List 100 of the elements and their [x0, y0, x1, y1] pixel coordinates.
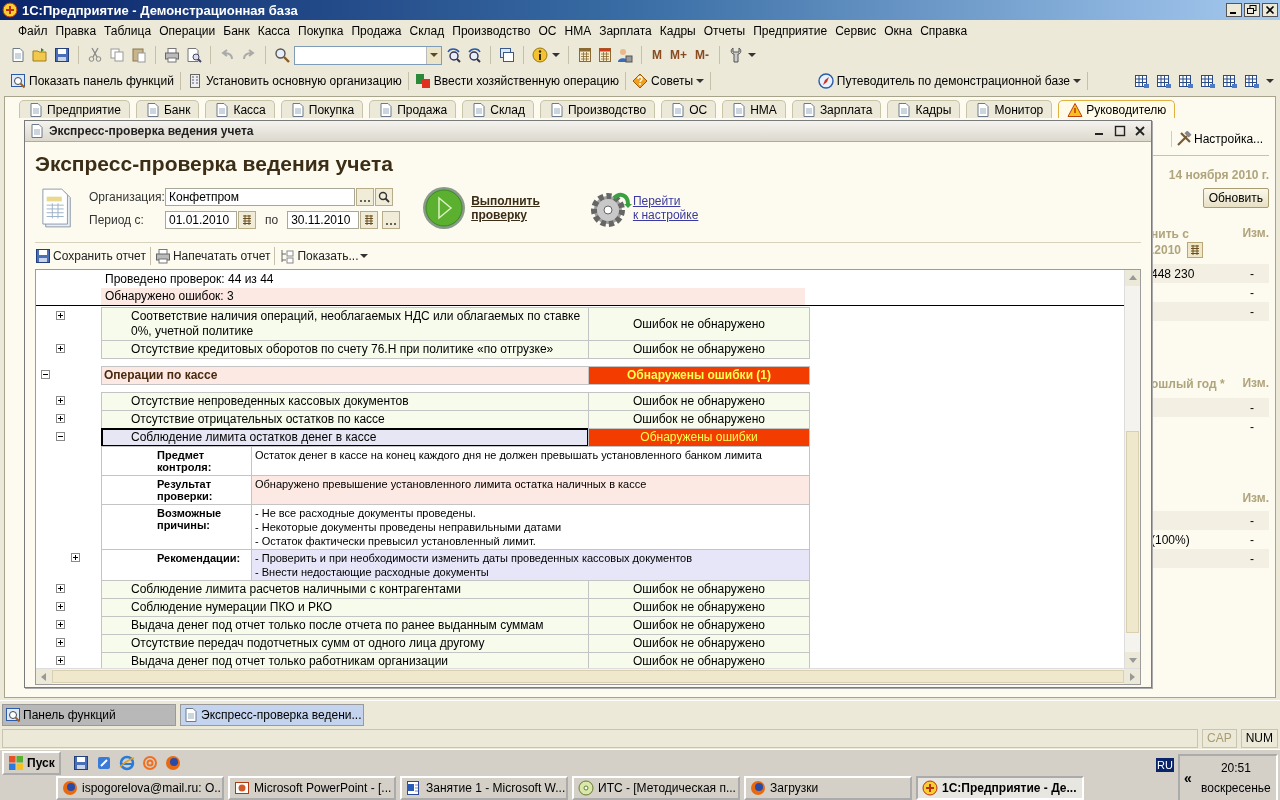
refresh-button[interactable]: Обновить — [1202, 188, 1269, 208]
save-icon[interactable] — [54, 47, 70, 63]
expand-toggle[interactable] — [56, 311, 65, 320]
caret-icon[interactable] — [430, 51, 438, 59]
printer-icon[interactable] — [164, 47, 180, 63]
play-button[interactable] — [422, 186, 467, 230]
section-tab[interactable]: Монитор — [966, 100, 1053, 118]
section-tab[interactable]: Покупка — [280, 100, 364, 118]
section-tab[interactable]: Руководителю — [1058, 100, 1176, 118]
table-icon[interactable] — [1178, 73, 1194, 89]
check-title[interactable]: Выдача денег под отчет только работникам организации — [101, 652, 589, 668]
menu-item[interactable]: Склад — [405, 24, 449, 38]
toolbar-button[interactable]: Показать... — [279, 248, 369, 264]
document-icon[interactable] — [10, 47, 26, 63]
date-field[interactable]: 30.11.2010 — [287, 210, 360, 229]
settings-button[interactable]: Настройка... — [1171, 131, 1269, 147]
windows-icon[interactable] — [499, 47, 515, 63]
close-button[interactable] — [1262, 3, 1278, 17]
restore-button[interactable] — [1244, 3, 1260, 17]
section-tab[interactable]: Производство — [539, 100, 656, 118]
calculator-icon[interactable] — [577, 47, 593, 63]
calendar-icon[interactable] — [597, 47, 613, 63]
menu-item[interactable]: Банк — [219, 24, 254, 38]
menu-item[interactable]: Правка — [51, 24, 101, 38]
taskbar-button[interactable]: 1С:Предприятие - Де... — [916, 775, 1084, 800]
maximize-button[interactable] — [1113, 124, 1127, 138]
memory-button[interactable]: M+ — [668, 48, 689, 62]
expand-toggle[interactable] — [56, 602, 65, 611]
expand-toggle[interactable] — [56, 656, 65, 665]
expand-toggle[interactable] — [56, 638, 65, 647]
search-field[interactable] — [294, 45, 442, 65]
caret-icon[interactable] — [1266, 77, 1274, 85]
settings-link[interactable]: Перейти к настройке — [632, 194, 699, 222]
toolbar-button[interactable]: Показать панель функций — [8, 71, 176, 91]
more-button[interactable] — [356, 187, 374, 206]
organization-field[interactable]: Конфетпром — [165, 187, 355, 206]
menu-item[interactable]: Справка — [916, 24, 972, 38]
toolbar-button[interactable]: Сохранить отчет — [35, 248, 146, 264]
table-icon[interactable] — [1200, 73, 1216, 89]
taskbar-button[interactable]: Занятие 1 - Microsoft W... — [400, 775, 568, 800]
expand-toggle[interactable] — [56, 396, 65, 405]
close-button[interactable] — [1133, 124, 1147, 138]
section-tab[interactable]: Предприятие — [19, 100, 130, 118]
wrench-icon[interactable] — [728, 47, 744, 63]
menu-item[interactable]: Кадры — [655, 24, 700, 38]
section-tab[interactable]: Касса — [205, 100, 275, 118]
calendar-button[interactable] — [238, 210, 256, 229]
edit-icon[interactable] — [95, 754, 112, 771]
menu-item[interactable]: Окна — [880, 24, 917, 38]
menu-item[interactable]: Покупка — [294, 24, 348, 38]
calendar-button[interactable] — [360, 210, 379, 229]
menu-item[interactable]: Таблица — [100, 24, 156, 38]
run-check-link[interactable]: Выполнить проверку — [471, 194, 540, 222]
memory-button[interactable]: M — [650, 48, 664, 62]
taskbar-button[interactable]: Microsoft PowerPoint - [... — [228, 775, 396, 800]
search-icon[interactable] — [274, 47, 290, 63]
menu-item[interactable]: Сервис — [831, 24, 881, 38]
menu-item[interactable]: Продажа — [347, 24, 406, 38]
check-title[interactable]: Отсутствие кредитовых оборотов по счету 76.Н при политике «по отгрузке» — [101, 340, 589, 359]
taskbar-button[interactable]: ispogorelova@mail.ru: О... — [56, 775, 224, 800]
date-field[interactable]: 01.01.2010 — [165, 210, 237, 229]
calendar-icon[interactable] — [1187, 242, 1204, 258]
menu-item[interactable]: Отчеты — [699, 24, 750, 38]
taskbar-button[interactable]: Загрузки — [744, 775, 912, 800]
menu-item[interactable]: Касса — [253, 24, 295, 38]
find-next-icon[interactable] — [446, 47, 462, 63]
toolbar-button[interactable]: Напечатать отчет — [154, 248, 271, 264]
window-tab[interactable]: Экспресс-проверка ведени... — [180, 704, 365, 726]
preview-icon[interactable] — [186, 47, 202, 63]
search-button[interactable] — [375, 187, 393, 206]
check-title[interactable]: Соответствие наличия операций, необлагаемых НДС или облагаемых по ставке 0%, учетной политике — [101, 307, 589, 341]
menu-item[interactable]: Производство — [448, 24, 535, 38]
section-tab[interactable]: ОС — [661, 100, 717, 118]
start-button[interactable]: Пуск — [2, 750, 61, 775]
expand-toggle[interactable] — [56, 344, 65, 353]
info-icon[interactable] — [532, 47, 548, 63]
taskbar-button[interactable]: ИТС - [Методическая п... — [572, 775, 740, 800]
find-prev-icon[interactable] — [466, 47, 482, 63]
table-icon[interactable] — [1134, 73, 1150, 89]
toolbar-button[interactable]: Советы — [630, 71, 707, 91]
save-icon[interactable] — [72, 754, 89, 771]
menu-item[interactable]: Операции — [155, 24, 220, 38]
toolbar-button[interactable]: Ввести хозяйственную операцию — [412, 71, 622, 91]
browser-icon[interactable] — [118, 754, 135, 771]
section-tab[interactable]: Склад — [462, 100, 534, 118]
expand-toggle[interactable] — [56, 620, 65, 629]
memory-button[interactable]: M- — [693, 48, 711, 62]
section-tab[interactable]: Зарплата — [791, 100, 882, 118]
tray-toggle[interactable]: « — [1180, 770, 1196, 786]
caret-icon[interactable] — [748, 51, 756, 59]
expand-toggle[interactable] — [71, 553, 80, 562]
section-tab[interactable]: НМА — [722, 100, 786, 118]
more-button[interactable] — [382, 210, 401, 229]
users-icon[interactable] — [617, 47, 633, 63]
paste-icon[interactable] — [131, 47, 147, 63]
expand-toggle[interactable] — [41, 370, 50, 379]
table-icon[interactable] — [1222, 73, 1238, 89]
menu-item[interactable]: Файл — [14, 24, 52, 38]
caret-icon[interactable] — [552, 51, 560, 59]
table-icon[interactable] — [1244, 73, 1260, 89]
